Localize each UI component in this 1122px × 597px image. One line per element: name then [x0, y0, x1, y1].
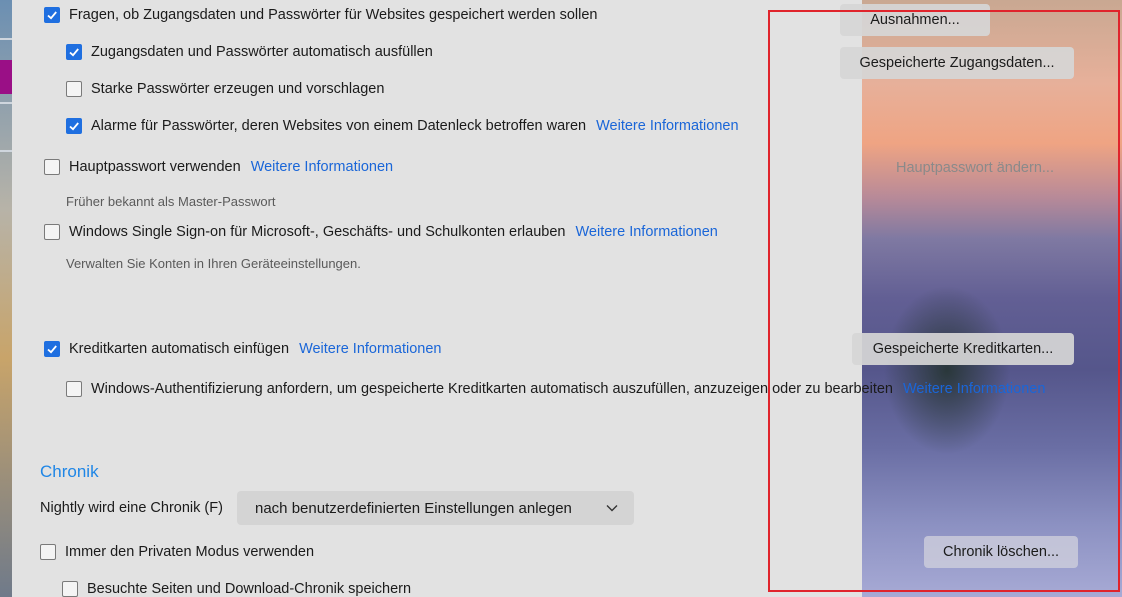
sso-link[interactable]: Weitere Informationen [575, 224, 717, 240]
history-mode-value: nach benutzerdefinierten Einstellungen a… [255, 499, 572, 517]
private-mode-row[interactable]: Immer den Privaten Modus verwenden [40, 544, 314, 560]
background-window-edge [0, 0, 12, 597]
primary-password-label: Hauptpasswort verwenden [69, 159, 241, 175]
sso-checkbox[interactable] [44, 224, 60, 240]
primary-password-checkbox[interactable] [44, 159, 60, 175]
strong-password-row[interactable]: Starke Passwörter erzeugen und vorschlag… [66, 81, 384, 97]
save-history-checkbox[interactable] [62, 581, 78, 597]
ask-save-checkbox[interactable] [44, 7, 60, 23]
breach-alerts-checkbox[interactable] [66, 118, 82, 134]
autofill-checkbox[interactable] [66, 44, 82, 60]
primary-password-note: Früher bekannt als Master-Passwort [66, 194, 276, 209]
chevron-down-icon [606, 505, 618, 512]
sso-label: Windows Single Sign-on für Microsoft-, G… [69, 224, 566, 240]
highlight-frame [768, 10, 1120, 592]
history-mode-select[interactable]: nach benutzerdefinierten Einstellungen a… [237, 491, 634, 525]
autofill-row[interactable]: Zugangsdaten und Passwörter automatisch … [66, 44, 433, 60]
breach-alerts-link[interactable]: Weitere Informationen [596, 118, 738, 134]
save-history-row[interactable]: Besuchte Seiten und Download-Chronik spe… [62, 581, 411, 597]
primary-password-row[interactable]: Hauptpasswort verwenden Weitere Informat… [44, 159, 393, 175]
credit-card-autofill-row[interactable]: Kreditkarten automatisch einfügen Weiter… [44, 341, 441, 357]
credit-card-label: Kreditkarten automatisch einfügen [69, 341, 290, 357]
checkmark-icon [47, 11, 57, 20]
ask-save-passwords-row[interactable]: Fragen, ob Zugangsdaten und Passwörter f… [44, 7, 597, 23]
private-mode-label: Immer den Privaten Modus verwenden [65, 544, 315, 560]
ask-save-label: Fragen, ob Zugangsdaten und Passwörter f… [69, 7, 598, 23]
sso-row[interactable]: Windows Single Sign-on für Microsoft-, G… [44, 224, 718, 240]
checkmark-icon [69, 48, 79, 57]
credit-card-checkbox[interactable] [44, 341, 60, 357]
credit-card-link[interactable]: Weitere Informationen [299, 341, 441, 357]
checkmark-icon [69, 122, 79, 131]
save-history-label: Besuchte Seiten und Download-Chronik spe… [87, 581, 412, 597]
checkmark-icon [47, 345, 57, 354]
history-section-title: Chronik [40, 462, 99, 481]
strong-password-checkbox[interactable] [66, 81, 82, 97]
windows-auth-checkbox[interactable] [66, 381, 82, 397]
private-mode-checkbox[interactable] [40, 544, 56, 560]
strong-password-label: Starke Passwörter erzeugen und vorschlag… [91, 81, 385, 97]
breach-alerts-label: Alarme für Passwörter, deren Websites vo… [91, 118, 587, 134]
primary-password-link[interactable]: Weitere Informationen [251, 159, 393, 175]
sso-note: Verwalten Sie Konten in Ihren Geräteeins… [66, 256, 361, 271]
autofill-label: Zugangsdaten und Passwörter automatisch … [91, 44, 433, 60]
breach-alerts-row[interactable]: Alarme für Passwörter, deren Websites vo… [66, 118, 739, 134]
history-mode-label: Nightly wird eine Chronik (F) [40, 500, 223, 516]
